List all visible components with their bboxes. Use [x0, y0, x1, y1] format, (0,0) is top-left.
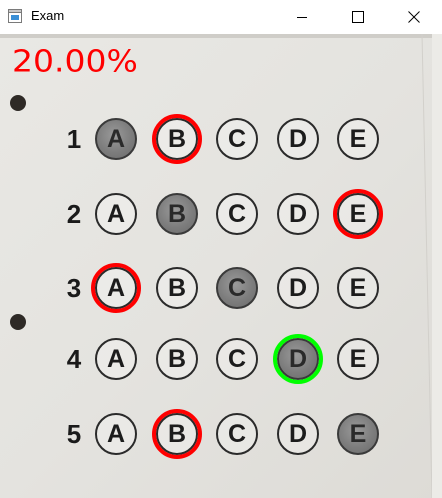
answer-bubble-1-c: C — [216, 118, 258, 160]
answer-bubble-4-c: C — [216, 338, 258, 380]
answer-bubble-4-e: E — [337, 338, 379, 380]
score-percentage: 20.00% — [12, 43, 138, 79]
title-bar[interactable]: Exam — [0, 0, 442, 35]
window-title: Exam — [31, 8, 65, 23]
answer-bubble-5-a: A — [95, 413, 137, 455]
minimize-icon — [297, 17, 307, 18]
answer-sheet-image: 20.00% 1ABCDE2ABCDE3ABCDE4ABCDE5ABCDE — [0, 34, 442, 498]
answer-bubble-5-e: E — [337, 413, 379, 455]
answer-bubble-5-b: B — [156, 413, 198, 455]
binder-hole-top — [10, 95, 26, 111]
minimize-button[interactable] — [274, 0, 330, 34]
answer-bubble-4-b: B — [156, 338, 198, 380]
question-number: 3 — [66, 273, 82, 303]
answer-bubble-3-b: B — [156, 267, 198, 309]
exam-window: Exam 20.00% 1 A B C D E 2 A B C D E 3 A … — [0, 0, 442, 498]
binder-hole-bottom — [10, 314, 26, 330]
maximize-button[interactable] — [330, 0, 386, 34]
answer-bubble-5-c: C — [216, 413, 258, 455]
answer-bubble-3-c: C — [216, 267, 258, 309]
close-button[interactable] — [386, 0, 442, 34]
answer-bubble-2-b: B — [156, 193, 198, 235]
question-number: 5 — [66, 419, 82, 449]
answer-bubble-5-d: D — [277, 413, 319, 455]
question-number: 4 — [66, 344, 82, 374]
answer-bubble-3-e: E — [337, 267, 379, 309]
question-number: 2 — [66, 199, 82, 229]
answer-bubble-1-a: A — [95, 118, 137, 160]
answer-bubble-1-e: E — [337, 118, 379, 160]
answer-bubble-4-a: A — [95, 338, 137, 380]
answer-bubble-2-d: D — [277, 193, 319, 235]
answer-bubble-3-a: A — [95, 267, 137, 309]
answer-bubble-2-a: A — [95, 193, 137, 235]
close-icon — [408, 11, 420, 23]
answer-bubble-2-c: C — [216, 193, 258, 235]
app-window-icon — [8, 9, 22, 23]
answer-bubble-3-d: D — [277, 267, 319, 309]
answer-bubble-2-e: E — [337, 193, 379, 235]
answer-bubble-1-d: D — [277, 118, 319, 160]
answer-bubble-4-d: D — [277, 338, 319, 380]
maximize-icon — [352, 11, 364, 23]
answer-bubble-1-b: B — [156, 118, 198, 160]
question-number: 1 — [66, 124, 82, 154]
